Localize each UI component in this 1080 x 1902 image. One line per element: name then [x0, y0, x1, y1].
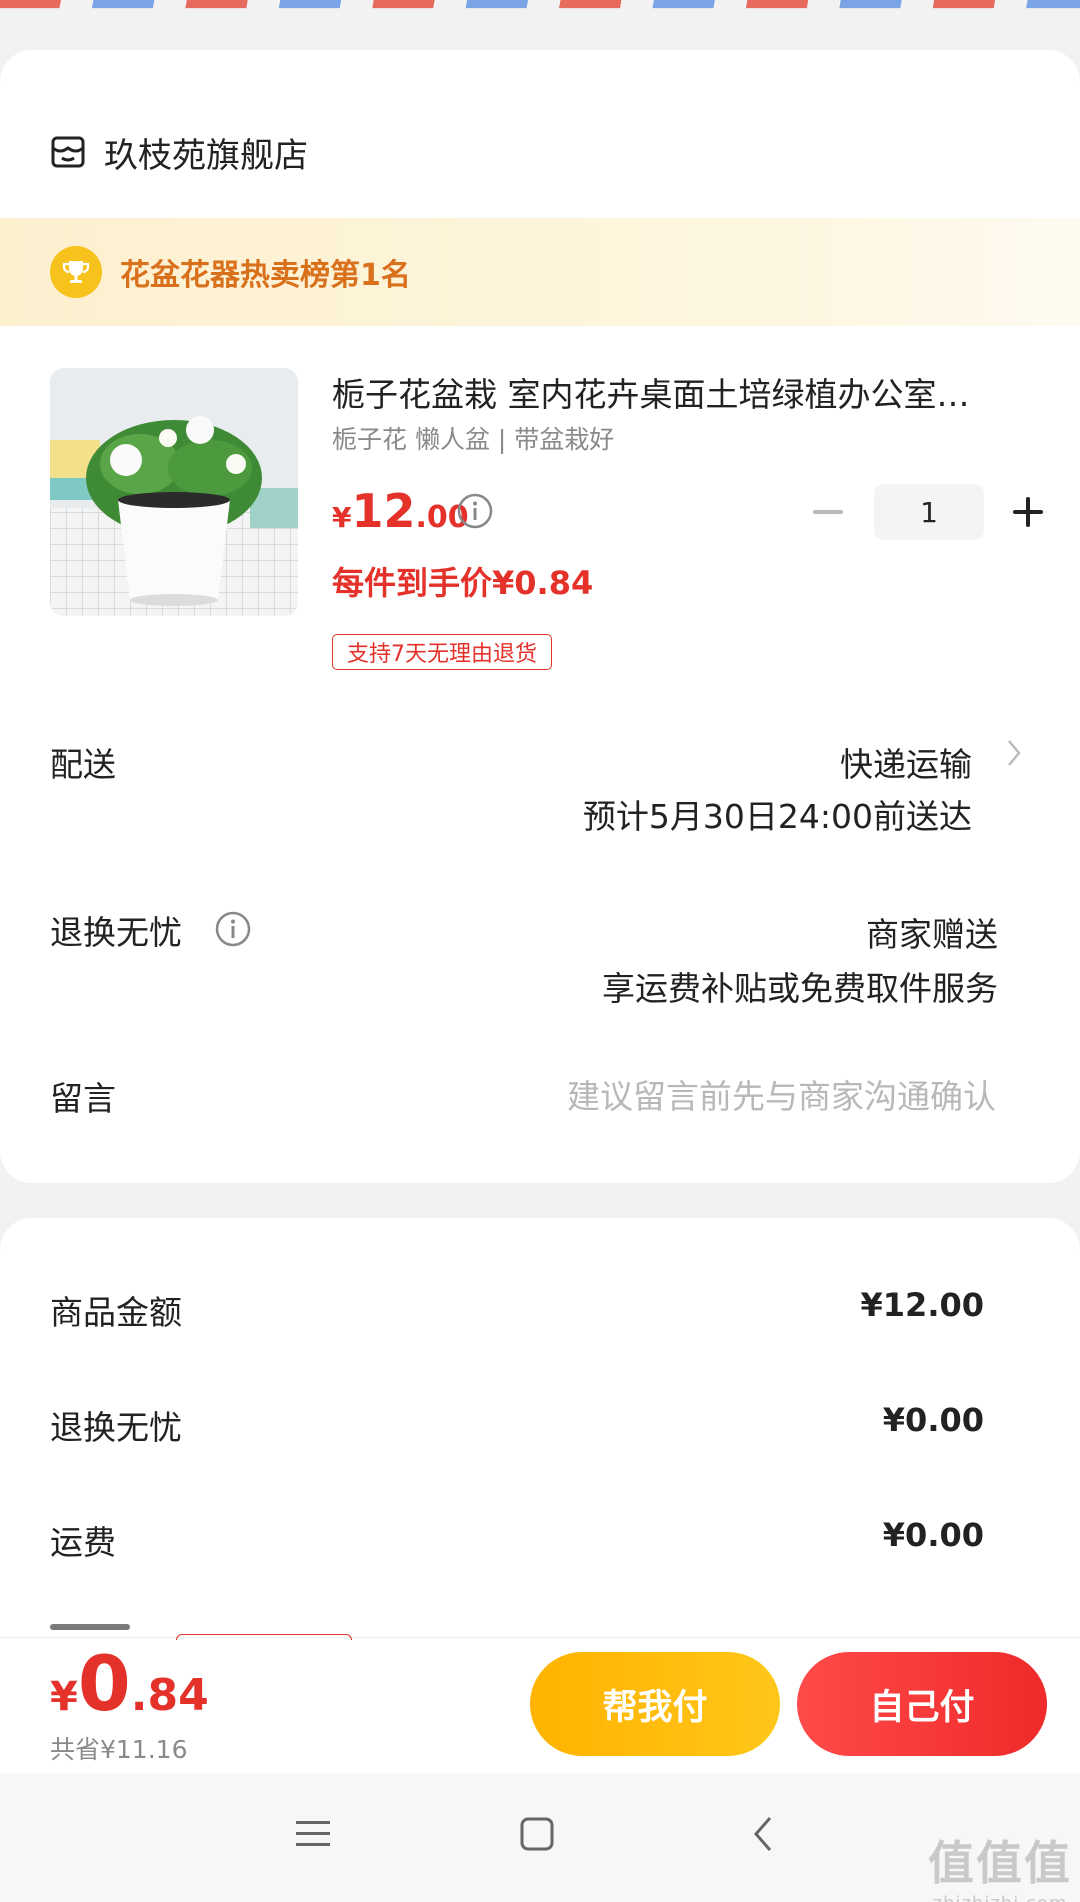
delivery-label: 配送	[50, 745, 116, 784]
watermark-text: 值值值	[928, 1836, 1072, 1890]
system-nav-bar: 值值值 zhizhizhi.com	[0, 1773, 1080, 1902]
price-integer: 12	[351, 484, 416, 538]
return-policy-badge: 支持7天无理由退货	[332, 634, 552, 670]
chevron-right-icon[interactable]	[1006, 738, 1022, 768]
product-price: ¥ 12 .00	[332, 484, 469, 538]
return-fee-label: 退换无忧	[50, 1408, 182, 1447]
pay-myself-button[interactable]: 自己付	[797, 1652, 1047, 1756]
delivery-method[interactable]: 快递运输	[840, 738, 972, 786]
product-image[interactable]	[50, 368, 298, 616]
shipping-fee-label: 运费	[50, 1523, 116, 1562]
rank-banner[interactable]: 花盆花器热卖榜第1名	[0, 218, 1080, 326]
help-me-pay-button[interactable]: 帮我付	[530, 1652, 780, 1756]
rank-text: 花盆花器热卖榜第1名	[120, 258, 411, 293]
saved-amount: 共省¥11.16	[50, 1735, 188, 1764]
minus-icon[interactable]	[808, 485, 848, 539]
goods-amount-value: ¥12.00	[860, 1286, 984, 1324]
partially-hidden-tag	[176, 1634, 352, 1640]
return-info-icon[interactable]	[214, 910, 252, 948]
message-label: 留言	[50, 1079, 116, 1118]
back-icon[interactable]	[752, 1815, 774, 1853]
summary-card: 商品金额 ¥12.00 退换无忧 ¥0.00 运费 ¥0.00	[0, 1218, 1080, 1638]
goods-amount-label: 商品金额	[50, 1293, 182, 1332]
watermark-url: zhizhizhi.com	[928, 1893, 1072, 1902]
partially-hidden-row	[50, 1624, 130, 1630]
plus-icon[interactable]	[1008, 485, 1048, 539]
product-spec[interactable]: 栀子花 懒人盆 | 带盆栽好	[332, 420, 614, 456]
price-currency: ¥	[332, 501, 352, 534]
shipping-fee-value: ¥0.00	[882, 1516, 984, 1554]
return-fee-value: ¥0.00	[882, 1401, 984, 1439]
total-price: ¥ 0 .84	[50, 1646, 209, 1722]
watermark-logo: 值值值 zhizhizhi.com	[928, 1827, 1072, 1902]
checkout-bar: ¥ 0 .84 共省¥11.16 帮我付 自己付	[0, 1624, 1080, 1773]
message-input[interactable]: 建议留言前先与商家沟通确认	[567, 1070, 996, 1118]
quantity-value[interactable]: 1	[874, 484, 984, 540]
quantity-stepper: 1	[808, 484, 1048, 540]
store-header[interactable]: 玖枝苑旗舰店	[50, 122, 308, 182]
return-service-value: 商家赠送	[866, 915, 998, 954]
total-currency: ¥	[50, 1674, 78, 1720]
store-name: 玖枝苑旗舰店	[104, 135, 308, 176]
product-title[interactable]: 栀子花盆栽 室内花卉桌面土培绿植办公室…	[332, 368, 1032, 416]
airmail-stripe	[0, 0, 1080, 9]
return-service-desc: 享运费补贴或免费取件服务	[602, 969, 998, 1008]
store-icon	[51, 136, 85, 168]
order-card: 玖枝苑旗舰店 花盆花器热卖榜第1名 栀子花盆栽 室内花卉桌面土培绿植办公室… 栀…	[0, 50, 1080, 1183]
menu-icon[interactable]	[296, 1819, 330, 1849]
price-info-icon[interactable]	[456, 492, 494, 530]
total-decimal: .84	[130, 1670, 209, 1721]
delivery-eta: 预计5月30日24:00前送达	[582, 797, 972, 836]
total-integer: 0	[77, 1639, 131, 1728]
home-icon[interactable]	[520, 1817, 554, 1851]
trophy-icon	[50, 246, 102, 298]
each-price: 每件到手价¥0.84	[332, 564, 594, 602]
return-service-label: 退换无忧	[50, 913, 182, 952]
